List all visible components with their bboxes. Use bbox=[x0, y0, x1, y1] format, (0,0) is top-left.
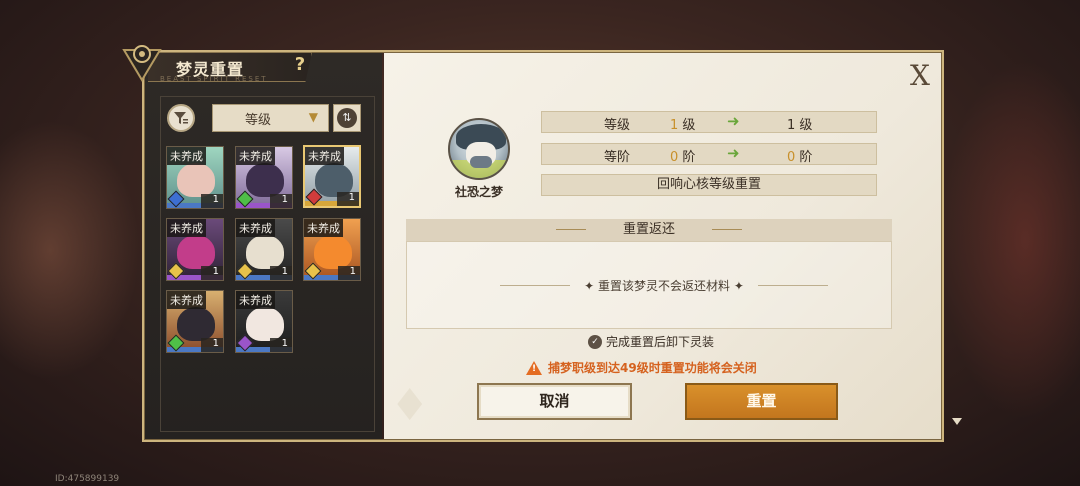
filter-icon[interactable] bbox=[167, 104, 195, 132]
reset-return-header: 重置返还 bbox=[406, 219, 892, 241]
card-level: 1 bbox=[201, 194, 223, 208]
arrow-right-icon: ➜ bbox=[727, 144, 740, 162]
header-ornament-right bbox=[712, 229, 742, 230]
character-card[interactable]: 未养成 1 bbox=[235, 218, 293, 281]
card-level: 1 bbox=[270, 194, 292, 208]
arrow-right-icon: ➜ bbox=[727, 112, 740, 130]
reset-return-text: 重置该梦灵不会返还材料 bbox=[597, 279, 730, 293]
level-from: 1 级 bbox=[670, 114, 695, 133]
checkmark-icon[interactable]: ✓ bbox=[588, 334, 602, 349]
rank-label: 等阶 bbox=[604, 150, 631, 165]
character-card[interactable]: 未养成 1 bbox=[303, 218, 361, 281]
card-status-tag: 未养成 bbox=[236, 219, 275, 237]
reset-return-title: 重置返还 bbox=[622, 222, 675, 237]
caret-down-icon bbox=[952, 418, 962, 425]
sort-order-button[interactable]: ⇅ bbox=[333, 104, 361, 132]
card-status-tag: 未养成 bbox=[304, 219, 343, 237]
character-portrait bbox=[177, 163, 215, 197]
character-portrait bbox=[314, 235, 352, 269]
cancel-button[interactable]: 取消 bbox=[477, 383, 632, 420]
diamond-icon: ✦ bbox=[730, 279, 744, 293]
reset-button[interactable]: 重置 bbox=[685, 383, 838, 420]
help-button[interactable]: ? bbox=[289, 54, 311, 76]
emblem-icon bbox=[120, 40, 164, 84]
avatar-mask bbox=[470, 156, 492, 168]
card-level: 1 bbox=[270, 338, 292, 352]
rank-from: 0 阶 bbox=[670, 146, 695, 165]
rank-to-unit: 阶 bbox=[799, 150, 813, 165]
close-button[interactable]: X bbox=[904, 60, 936, 92]
sort-select[interactable]: 等级 ▼ bbox=[212, 104, 329, 132]
warning-text: 捕梦职级到达49级时重置功能将会关闭 bbox=[548, 361, 757, 375]
player-id: ID:475899139 bbox=[55, 474, 120, 484]
divider-right bbox=[758, 285, 828, 286]
character-card[interactable]: 未养成 1 bbox=[235, 146, 293, 209]
reset-return-message: ✦ 重置该梦灵不会返还材料 ✦ bbox=[500, 277, 828, 294]
card-status-tag: 未养成 bbox=[236, 291, 275, 309]
unequip-checkbox-label: 完成重置后卸下灵装 bbox=[606, 335, 715, 349]
card-status-tag: 未养成 bbox=[167, 219, 206, 237]
character-card[interactable]: 未养成 1 bbox=[166, 146, 224, 209]
card-level: 1 bbox=[338, 266, 360, 280]
level-to-value: 1 bbox=[787, 118, 796, 133]
character-portrait bbox=[246, 307, 284, 341]
level-from-unit: 级 bbox=[682, 118, 696, 133]
level-to: 1 级 bbox=[787, 114, 812, 133]
sort-select-value: 等级 bbox=[245, 112, 272, 128]
rank-to-value: 0 bbox=[787, 150, 796, 165]
decorative-watermark: ♦ bbox=[390, 380, 430, 431]
dialog-subtitle: BEAST SPIRIT RESET bbox=[160, 75, 268, 83]
character-portrait bbox=[177, 235, 215, 269]
character-card[interactable]: 未养成 1 bbox=[235, 290, 293, 353]
background-glow-right bbox=[940, 60, 1080, 420]
level-to-unit: 级 bbox=[799, 118, 813, 133]
character-card[interactable]: 未养成 1 bbox=[166, 218, 224, 281]
character-portrait bbox=[246, 235, 284, 269]
warning-icon: ! bbox=[526, 360, 542, 375]
warning-message: ! 捕梦职级到达49级时重置功能将会关闭 bbox=[526, 359, 757, 376]
level-from-value: 1 bbox=[670, 118, 679, 133]
rank-row: 等阶 0 阶 ➜ 0 阶 bbox=[541, 143, 877, 165]
level-row: 等级 1 级 ➜ 1 级 bbox=[541, 111, 877, 133]
card-status-tag: 未养成 bbox=[305, 147, 344, 165]
character-name: 社恐之梦 bbox=[454, 185, 503, 199]
card-level: 1 bbox=[337, 192, 359, 206]
character-portrait bbox=[246, 163, 284, 197]
background-glow-left bbox=[0, 120, 140, 380]
divider-left bbox=[500, 285, 570, 286]
rank-from-unit: 阶 bbox=[682, 150, 696, 165]
header-ornament-left bbox=[556, 229, 586, 230]
core-reset-row: 回响心核等级重置 bbox=[541, 174, 877, 196]
character-card[interactable]: 未养成 1 bbox=[166, 290, 224, 353]
character-avatar bbox=[448, 118, 510, 180]
character-card-selected[interactable]: 未养成 1 bbox=[303, 145, 361, 208]
rank-to: 0 阶 bbox=[787, 146, 812, 165]
card-level: 1 bbox=[270, 266, 292, 280]
card-level: 1 bbox=[201, 338, 223, 352]
diamond-icon: ✦ bbox=[584, 279, 598, 293]
card-level: 1 bbox=[201, 266, 223, 280]
sort-order-icon: ⇅ bbox=[337, 108, 357, 128]
chevron-down-icon: ▼ bbox=[308, 110, 318, 124]
card-status-tag: 未养成 bbox=[167, 147, 206, 165]
unequip-checkbox[interactable]: ✓ 完成重置后卸下灵装 bbox=[588, 333, 714, 350]
card-status-tag: 未养成 bbox=[167, 291, 206, 309]
character-portrait bbox=[177, 307, 215, 341]
level-label: 等级 bbox=[604, 118, 631, 133]
rank-from-value: 0 bbox=[670, 150, 679, 165]
card-status-tag: 未养成 bbox=[236, 147, 275, 165]
